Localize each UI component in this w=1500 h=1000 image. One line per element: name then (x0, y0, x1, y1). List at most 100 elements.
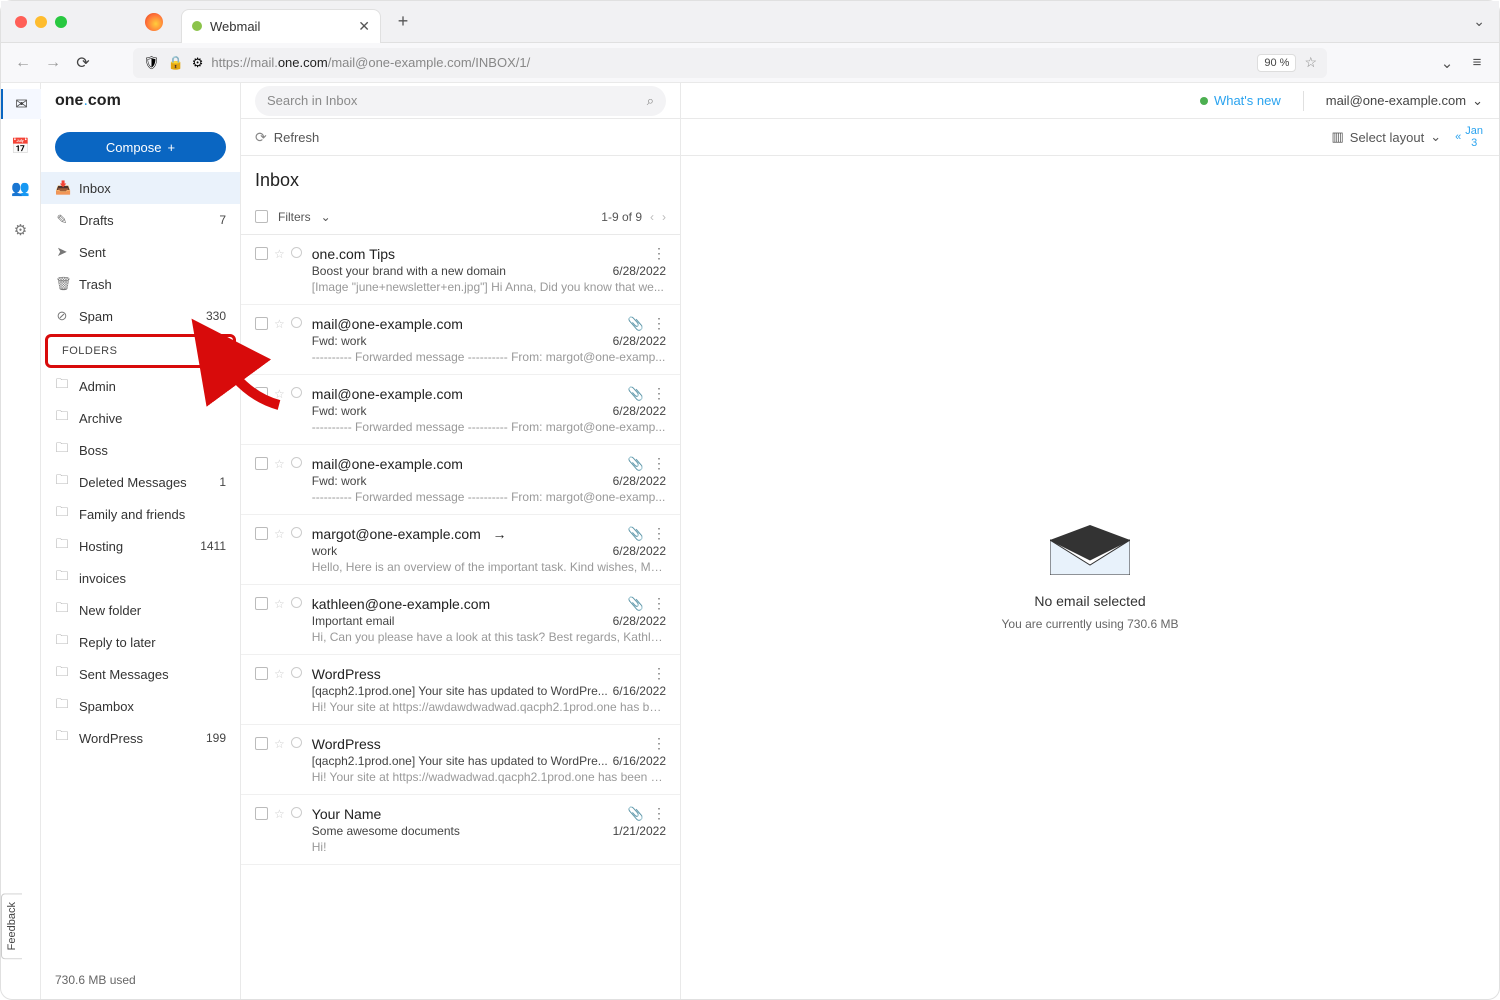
read-status-icon[interactable] (291, 317, 302, 328)
add-folder-icon[interactable]: + (210, 343, 219, 359)
read-status-icon[interactable] (291, 387, 302, 398)
star-icon[interactable]: ☆ (274, 527, 285, 541)
message-menu-icon[interactable]: ⋮ (652, 665, 666, 682)
message-row[interactable]: ☆ WordPress ⋮ [qacph2.1prod.one] Your si… (241, 725, 680, 795)
sidebar-item-inbox[interactable]: 📥 Inbox (41, 172, 240, 204)
pocket-icon[interactable]: ⌄ (1437, 54, 1457, 72)
tab-close-icon[interactable]: ✕ (358, 18, 370, 35)
sidebar-item-folder[interactable]: 🗀 WordPress 199 (41, 722, 240, 754)
back-button[interactable]: ← (13, 54, 33, 72)
message-menu-icon[interactable]: ⋮ (652, 735, 666, 752)
browser-tab[interactable]: Webmail ✕ (181, 9, 381, 43)
message-row[interactable]: ☆ Your Name 📎 ⋮ Some awesome documents 1… (241, 795, 680, 865)
whats-new-link[interactable]: What's new (1200, 93, 1281, 108)
message-menu-icon[interactable]: ⋮ (652, 805, 666, 822)
message-row[interactable]: ☆ mail@one-example.com 📎 ⋮ Fwd: work 6/2… (241, 305, 680, 375)
url-bar[interactable]: 🛡 🔒 ⚙ https://mail.one.com/mail@one-exam… (133, 48, 1327, 78)
reload-button[interactable]: ⟳ (73, 53, 93, 73)
message-row[interactable]: ☆ kathleen@one-example.com 📎 ⋮ Important… (241, 585, 680, 655)
star-icon[interactable]: ☆ (274, 667, 285, 681)
zoom-badge[interactable]: 90 % (1257, 54, 1296, 72)
sidebar-item-folder[interactable]: 🗀 Reply to later (41, 626, 240, 658)
select-layout-button[interactable]: ▥ Select layout ⌄ (1331, 129, 1441, 145)
star-icon[interactable]: ☆ (274, 457, 285, 471)
chevron-down-icon[interactable]: ⌄ (321, 210, 331, 224)
filters-label[interactable]: Filters (278, 210, 311, 224)
contacts-icon[interactable]: 👥 (1, 173, 41, 203)
star-icon[interactable]: ☆ (274, 387, 285, 401)
sidebar-item-trash[interactable]: 🗑 Trash (41, 268, 240, 300)
message-checkbox[interactable] (255, 457, 268, 470)
message-row[interactable]: ☆ WordPress ⋮ [qacph2.1prod.one] Your si… (241, 655, 680, 725)
settings-icon[interactable]: ⚙ (1, 215, 41, 245)
lock-icon[interactable]: 🔒 (168, 55, 184, 71)
message-row[interactable]: ☆ mail@one-example.com 📎 ⋮ Fwd: work 6/2… (241, 375, 680, 445)
permissions-icon[interactable]: ⚙ (192, 55, 204, 71)
message-row[interactable]: ☆ margot@one-example.com → 📎 ⋮ work 6/28… (241, 515, 680, 585)
star-icon[interactable]: ☆ (274, 737, 285, 751)
compose-button[interactable]: Compose + (55, 132, 226, 162)
message-checkbox[interactable] (255, 667, 268, 680)
feedback-tab[interactable]: Feedback (1, 893, 22, 959)
star-icon[interactable]: ☆ (274, 597, 285, 611)
sidebar-item-folder[interactable]: 🗀 Admin 1 (41, 370, 240, 402)
search-input[interactable]: Search in Inbox ⌕ (255, 86, 666, 116)
read-status-icon[interactable] (291, 737, 302, 748)
next-page-icon[interactable]: › (662, 210, 666, 224)
new-tab-button[interactable]: + (389, 8, 417, 36)
read-status-icon[interactable] (291, 457, 302, 468)
shield-icon[interactable]: 🛡 (143, 55, 160, 71)
read-status-icon[interactable] (291, 597, 302, 608)
message-menu-icon[interactable]: ⋮ (652, 245, 666, 262)
message-checkbox[interactable] (255, 387, 268, 400)
read-status-icon[interactable] (291, 527, 302, 538)
message-menu-icon[interactable]: ⋮ (652, 385, 666, 402)
sidebar-item-folder[interactable]: 🗀 Boss (41, 434, 240, 466)
read-status-icon[interactable] (291, 807, 302, 818)
star-icon[interactable]: ☆ (274, 807, 285, 821)
sidebar-item-folder[interactable]: 🗀 invoices (41, 562, 240, 594)
message-checkbox[interactable] (255, 807, 268, 820)
select-all-checkbox[interactable] (255, 210, 268, 223)
close-icon[interactable] (15, 16, 27, 28)
calendar-icon[interactable]: 📅 (1, 131, 41, 161)
sidebar-item-sent[interactable]: ➤ Sent (41, 236, 240, 268)
sidebar-item-folder[interactable]: 🗀 Deleted Messages 1 (41, 466, 240, 498)
star-icon[interactable]: ☆ (274, 317, 285, 331)
sidebar-item-folder[interactable]: 🗀 Sent Messages (41, 658, 240, 690)
forward-button[interactable]: → (43, 54, 63, 72)
minimize-icon[interactable] (35, 16, 47, 28)
message-menu-icon[interactable]: ⋮ (652, 595, 666, 612)
message-row[interactable]: ☆ mail@one-example.com 📎 ⋮ Fwd: work 6/2… (241, 445, 680, 515)
sidebar-item-spam[interactable]: ⊘ Spam 330 (41, 300, 240, 332)
message-menu-icon[interactable]: ⋮ (652, 525, 666, 542)
message-menu-icon[interactable]: ⋮ (652, 455, 666, 472)
sidebar-item-folder[interactable]: 🗀 Hosting 1411 (41, 530, 240, 562)
message-checkbox[interactable] (255, 597, 268, 610)
message-checkbox[interactable] (255, 527, 268, 540)
message-checkbox[interactable] (255, 247, 268, 260)
sidebar-item-folder[interactable]: 🗀 Archive (41, 402, 240, 434)
sidebar-item-folder[interactable]: 🗀 Spambox (41, 690, 240, 722)
message-menu-icon[interactable]: ⋮ (652, 315, 666, 332)
maximize-icon[interactable] (55, 16, 67, 28)
refresh-icon[interactable]: ⟳ (255, 129, 267, 146)
sidebar-item-drafts[interactable]: ✎ Drafts 7 (41, 204, 240, 236)
bookmark-icon[interactable]: ☆ (1304, 54, 1317, 71)
message-checkbox[interactable] (255, 737, 268, 750)
refresh-label[interactable]: Refresh (274, 130, 320, 145)
menu-icon[interactable]: ≡ (1467, 54, 1487, 71)
date-nav[interactable]: « Jan 3 (1455, 125, 1483, 149)
prev-page-icon[interactable]: ‹ (650, 210, 654, 224)
star-icon[interactable]: ☆ (274, 247, 285, 261)
message-checkbox[interactable] (255, 317, 268, 330)
folders-header[interactable]: FOLDERS + (45, 334, 236, 368)
read-status-icon[interactable] (291, 667, 302, 678)
mail-icon[interactable]: ✉ (1, 89, 41, 119)
tabs-dropdown-icon[interactable]: ⌄ (1473, 13, 1485, 30)
sidebar-item-folder[interactable]: 🗀 New folder (41, 594, 240, 626)
read-status-icon[interactable] (291, 247, 302, 258)
sidebar-item-folder[interactable]: 🗀 Family and friends (41, 498, 240, 530)
account-menu[interactable]: mail@one-example.com ⌄ (1326, 93, 1483, 109)
message-row[interactable]: ☆ one.com Tips ⋮ Boost your brand with a… (241, 235, 680, 305)
